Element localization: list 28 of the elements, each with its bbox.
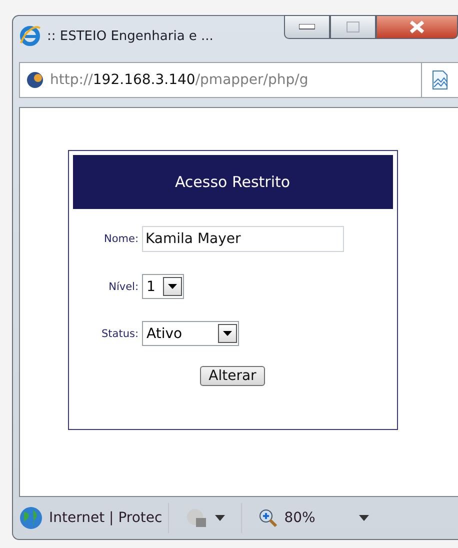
field-label: Nome: <box>102 233 138 245</box>
window-title: :: ESTEIO Engenharia e ... <box>47 28 214 44</box>
site-favicon-icon <box>26 71 44 89</box>
field-label: Status: <box>100 328 138 340</box>
dropdown-field[interactable]: 1 <box>142 274 184 299</box>
zoom-level-text: 80% <box>284 510 316 526</box>
dropdown-field[interactable]: Ativo <box>142 321 240 346</box>
security-zone-text: Internet | Protec <box>49 510 162 526</box>
close-button[interactable] <box>376 15 458 39</box>
caret-icon <box>223 331 232 336</box>
caret-icon[interactable] <box>359 515 370 521</box>
close-icon <box>409 20 425 34</box>
globe-icon <box>19 506 43 530</box>
minimize-button[interactable] <box>284 15 330 39</box>
alterar-button[interactable]: Alterar <box>200 366 266 386</box>
name-input-field[interactable]: Kamila Mayer <box>142 226 344 252</box>
field-label: Nível: <box>108 280 138 292</box>
maximize-icon <box>346 21 360 33</box>
card-title: Acesso Restrito <box>174 173 290 191</box>
maximize-button[interactable] <box>330 15 376 39</box>
address-bar[interactable]: http://192.168.3.140/pmapper/php/g <box>19 62 458 98</box>
document-icon <box>431 70 449 90</box>
url-text: http://192.168.3.140/pmapper/php/g <box>50 72 310 88</box>
browser-logo-icon <box>19 25 41 47</box>
caret-icon <box>168 284 178 289</box>
zoom-icon[interactable] <box>258 508 278 528</box>
minimize-icon <box>299 24 315 30</box>
caret-icon[interactable] <box>215 515 226 521</box>
